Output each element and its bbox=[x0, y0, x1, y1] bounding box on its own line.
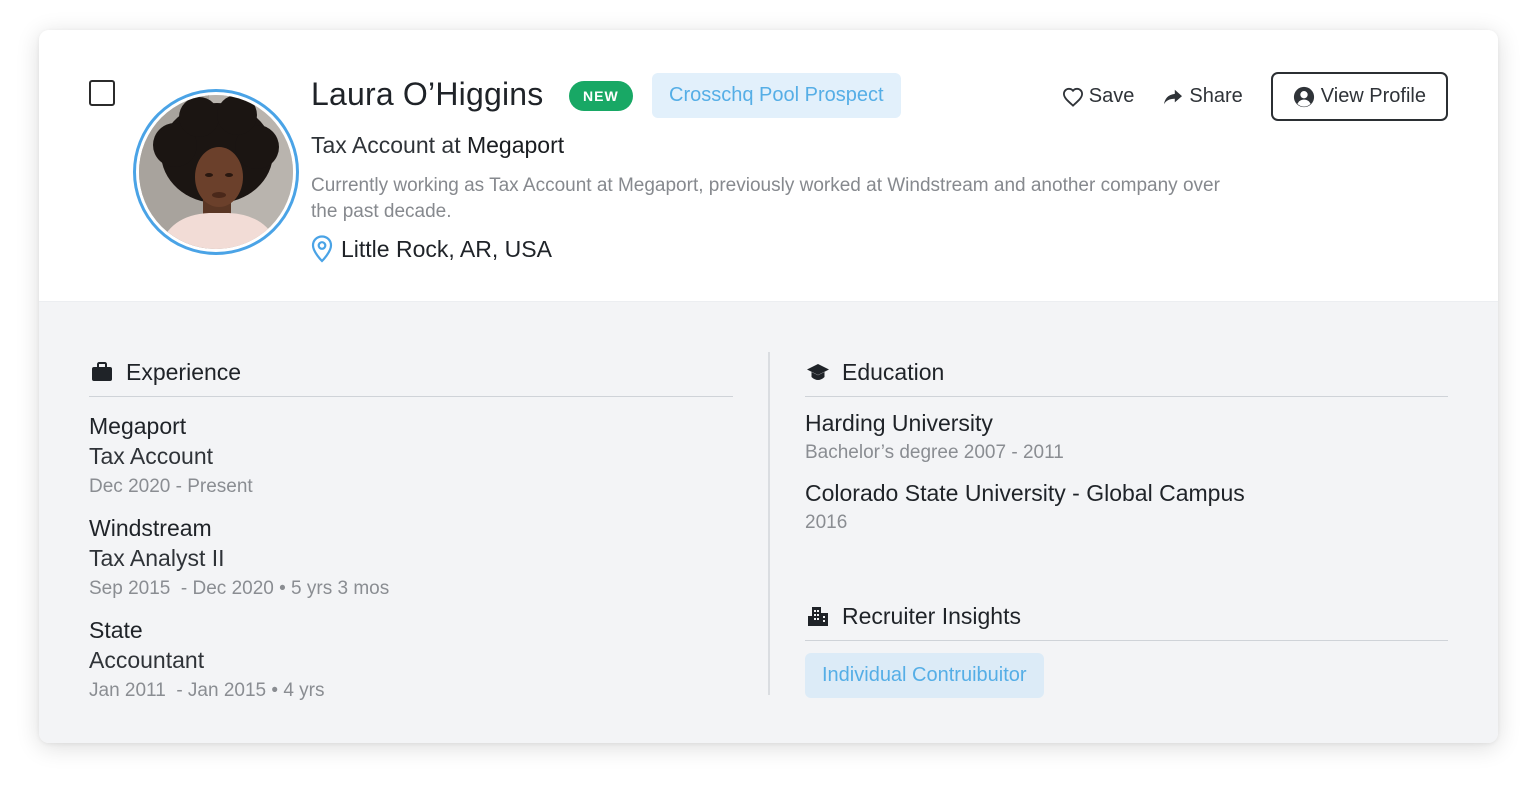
new-badge: NEW bbox=[569, 81, 633, 111]
insights-title: Recruiter Insights bbox=[842, 602, 1021, 629]
graduation-cap-icon bbox=[805, 362, 831, 382]
header-actions: Save Share View Profile bbox=[1062, 72, 1448, 121]
education-detail: 2016 bbox=[805, 512, 848, 533]
save-button[interactable]: Save bbox=[1062, 85, 1135, 108]
insight-tag: Individual Contruibuitor bbox=[805, 653, 1044, 698]
experience-company: Megaport bbox=[89, 413, 187, 439]
save-label: Save bbox=[1088, 85, 1135, 107]
experience-company: State bbox=[89, 617, 143, 643]
building-icon bbox=[805, 605, 831, 627]
view-profile-label: View Profile bbox=[1320, 85, 1426, 107]
experience-role: Tax Analyst II bbox=[89, 545, 225, 571]
location-text: Little Rock, AR, USA bbox=[341, 235, 552, 262]
education-item: Harding University Bachelor’s degree 200… bbox=[805, 408, 1448, 468]
education-school: Harding University bbox=[805, 410, 993, 436]
candidate-title: Tax Account at Megaport bbox=[311, 132, 564, 159]
column-divider bbox=[768, 352, 770, 695]
share-label: Share bbox=[1189, 85, 1243, 107]
share-arrow-icon bbox=[1164, 89, 1183, 104]
candidate-location: Little Rock, AR, USA bbox=[311, 235, 552, 263]
candidate-card: Laura O’Higgins NEW Crosschq Pool Prospe… bbox=[39, 30, 1498, 743]
education-title: Education bbox=[842, 358, 945, 385]
experience-heading: Experience bbox=[89, 352, 733, 397]
experience-dates: Sep 2015 - Dec 2020 • 5 yrs 3 mos bbox=[89, 578, 390, 599]
select-checkbox[interactable] bbox=[89, 80, 115, 106]
avatar-photo bbox=[139, 95, 293, 249]
experience-title: Experience bbox=[126, 358, 242, 385]
view-profile-button[interactable]: View Profile bbox=[1270, 72, 1448, 121]
education-school: Colorado State University - Global Campu… bbox=[805, 480, 1245, 506]
experience-role: Accountant bbox=[89, 647, 205, 673]
candidate-name: Laura O’Higgins bbox=[311, 76, 544, 112]
experience-company: Windstream bbox=[89, 515, 212, 541]
education-section: Education Harding University Bachelor’s … bbox=[805, 352, 1448, 538]
location-pin-icon bbox=[311, 235, 333, 263]
education-detail: Bachelor’s degree 2007 - 2011 bbox=[805, 442, 1064, 463]
education-item: Colorado State University - Global Campu… bbox=[805, 478, 1448, 538]
experience-item: Windstream Tax Analyst II Sep 2015 - Dec… bbox=[89, 513, 733, 603]
share-button[interactable]: Share bbox=[1162, 85, 1243, 108]
experience-section: Experience Megaport Tax Account Dec 2020… bbox=[89, 352, 733, 705]
title-prefix: Tax Account at bbox=[311, 132, 461, 158]
candidate-details: Experience Megaport Tax Account Dec 2020… bbox=[39, 301, 1498, 743]
briefcase-icon bbox=[89, 362, 115, 382]
education-heading: Education bbox=[805, 352, 1448, 397]
pool-tag: Crosschq Pool Prospect bbox=[652, 73, 901, 118]
insights-heading: Recruiter Insights bbox=[805, 596, 1448, 641]
experience-role: Tax Account bbox=[89, 443, 214, 469]
candidate-summary: Currently working as Tax Account at Mega… bbox=[311, 175, 1220, 222]
experience-item: State Accountant Jan 2011 - Jan 2015 • 4… bbox=[89, 615, 733, 705]
recruiter-insights-section: Recruiter Insights Individual Contruibui… bbox=[805, 596, 1448, 698]
title-company: Megaport bbox=[466, 132, 565, 158]
avatar bbox=[133, 89, 299, 255]
heart-icon bbox=[1062, 87, 1083, 107]
experience-item: Megaport Tax Account Dec 2020 - Present bbox=[89, 411, 733, 501]
experience-dates: Jan 2011 - Jan 2015 • 4 yrs bbox=[89, 680, 325, 701]
user-circle-icon bbox=[1293, 86, 1314, 107]
candidate-header: Laura O’Higgins NEW Crosschq Pool Prospe… bbox=[39, 30, 1498, 301]
experience-dates: Dec 2020 - Present bbox=[89, 476, 253, 497]
